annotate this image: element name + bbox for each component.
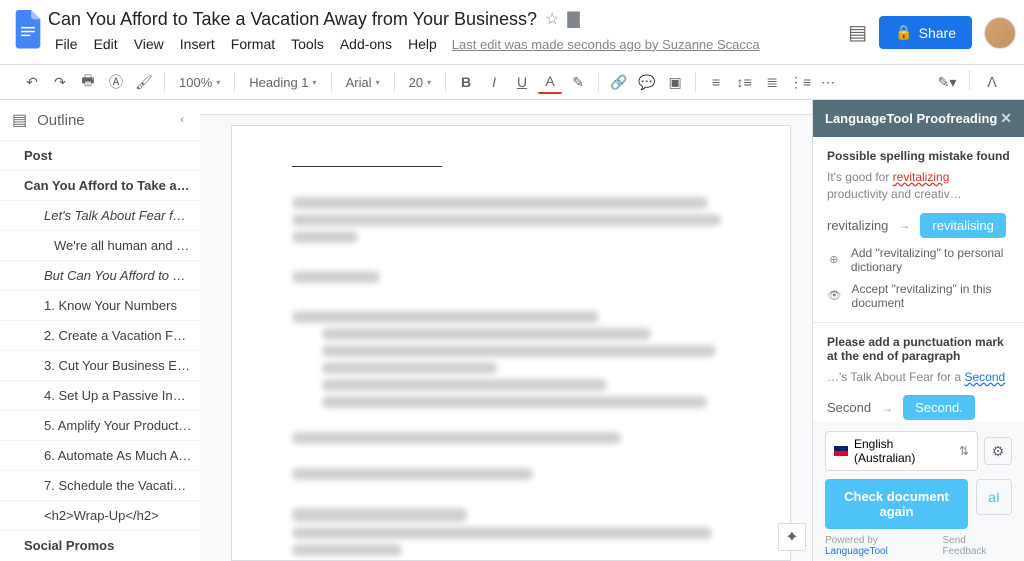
hide-outline-icon[interactable]: ‹ — [180, 114, 184, 126]
numbered-list-icon[interactable]: ≣ — [760, 70, 784, 94]
outline-item[interactable]: Social Promos — [0, 530, 200, 560]
outline-item[interactable]: Let's Talk About Fear for a Second — [0, 200, 200, 230]
lt-issue-card: Please add a punctuation mark at the end… — [813, 323, 1024, 421]
docs-app-icon[interactable] — [8, 8, 48, 50]
outline-item[interactable]: But Can You Afford to Take a Vacation? — [0, 260, 200, 290]
lt-accept-document[interactable]: 👁 Accept "revitalizing" in this document — [827, 282, 1010, 310]
account-avatar[interactable] — [984, 17, 1016, 49]
zoom-select[interactable]: 100% — [173, 70, 226, 94]
bold-icon[interactable]: B — [454, 70, 478, 94]
flag-icon — [834, 446, 848, 456]
move-folder-icon[interactable]: ▇ — [567, 9, 579, 29]
lt-issue-context: It's good for revitalizing productivity … — [827, 169, 1010, 203]
outline-sidebar: ▤ Outline ‹ Post Can You Afford to Take … — [0, 100, 200, 561]
lt-issue-context: …'s Talk About Fear for a Second — [827, 369, 1010, 386]
horizontal-ruler[interactable] — [200, 100, 812, 115]
lt-ai-icon[interactable]: aI — [976, 479, 1012, 515]
outline-title: Outline — [37, 112, 170, 129]
spellcheck-icon[interactable]: Ⓐ — [104, 70, 128, 94]
lt-issue-title: Please add a punctuation mark at the end… — [827, 335, 1010, 363]
lock-icon: 🔒 — [895, 24, 912, 41]
underline-icon[interactable]: U — [510, 70, 534, 94]
menu-tools[interactable]: Tools — [284, 34, 331, 54]
outline-item[interactable]: <h2>Wrap-Up</h2> — [0, 500, 200, 530]
redo-icon[interactable]: ↷ — [48, 70, 72, 94]
align-icon[interactable]: ≡ — [704, 70, 728, 94]
lt-issue-title: Possible spelling mistake found — [827, 149, 1010, 163]
outline-item[interactable]: 7. Schedule the Vacation During... — [0, 470, 200, 500]
hide-menus-icon[interactable]: ᐱ — [980, 70, 1004, 94]
powered-by-text: Powered by — [825, 535, 878, 546]
languagetool-link[interactable]: LanguageTool — [825, 546, 888, 557]
send-feedback-link[interactable]: Send Feedback — [943, 535, 1013, 557]
menu-insert[interactable]: Insert — [173, 34, 222, 54]
more-icon[interactable]: ⋯ — [816, 70, 840, 94]
explore-button[interactable]: ✦ — [778, 523, 806, 551]
open-comments-icon[interactable]: ▤ — [848, 20, 867, 45]
insert-image-icon[interactable]: ▣ — [663, 70, 687, 94]
outline-list: Post Can You Afford to Take a Vacation A… — [0, 140, 200, 560]
lt-original-word: revitalizing — [827, 218, 888, 233]
share-label: Share — [919, 25, 956, 41]
lt-issue-card: Possible spelling mistake found It's goo… — [813, 137, 1024, 323]
chevron-up-down-icon: ⇅ — [959, 444, 969, 458]
outline-item[interactable]: 3. Cut Your Business Expenses — [0, 350, 200, 380]
plus-icon: ⊕ — [827, 251, 841, 269]
share-button[interactable]: 🔒 Share — [879, 16, 972, 49]
menu-addons[interactable]: Add-ons — [333, 34, 399, 54]
font-size-select[interactable]: 20 — [403, 70, 437, 94]
outline-item[interactable]: 5. Amplify Your Productivity ... — [0, 410, 200, 440]
line-spacing-icon[interactable]: ↕≡ — [732, 70, 756, 94]
lt-check-again-button[interactable]: Check document again — [825, 479, 968, 529]
lt-language-select[interactable]: English (Australian) ⇅ — [825, 431, 978, 471]
font-select[interactable]: Arial — [340, 70, 386, 94]
gear-icon[interactable]: ⚙ — [984, 437, 1012, 465]
menu-view[interactable]: View — [127, 34, 171, 54]
languagetool-panel: LanguageTool Proofreading ✕ Possible spe… — [812, 100, 1024, 561]
undo-icon[interactable]: ↶ — [20, 70, 44, 94]
outline-item[interactable]: 1. Know Your Numbers — [0, 290, 200, 320]
paint-format-icon[interactable]: 🖌 — [132, 70, 156, 94]
close-icon[interactable]: ✕ — [1000, 110, 1012, 127]
bulleted-list-icon[interactable]: ⋮≡ — [788, 70, 812, 94]
lt-add-dictionary[interactable]: ⊕ Add "revitalizing" to personal diction… — [827, 246, 1010, 274]
menu-format[interactable]: Format — [224, 34, 282, 54]
outline-item[interactable]: 2. Create a Vacation Fund — [0, 320, 200, 350]
insert-link-icon[interactable]: 🔗 — [607, 70, 631, 94]
menu-edit[interactable]: Edit — [87, 34, 125, 54]
star-icon[interactable]: ☆ — [545, 9, 559, 29]
editing-mode-icon[interactable]: ✎▾ — [935, 70, 959, 94]
menu-help[interactable]: Help — [401, 34, 444, 54]
lt-title: LanguageTool Proofreading — [825, 111, 997, 126]
lt-suggestion-button[interactable]: revitalising — [920, 213, 1005, 238]
outline-item[interactable]: 6. Automate As Much As You ... — [0, 440, 200, 470]
lt-original-word: Second — [827, 400, 871, 415]
text-color-icon[interactable]: A — [538, 70, 562, 94]
check-icon: 👁 — [827, 287, 842, 305]
document-title[interactable]: Can You Afford to Take a Vacation Away f… — [48, 9, 537, 30]
outline-item[interactable]: 4. Set Up a Passive Income Stream — [0, 380, 200, 410]
lt-suggestion-button[interactable]: Second. — [903, 395, 975, 420]
menu-file[interactable]: File — [48, 34, 85, 54]
last-edit-text[interactable]: Last edit was made seconds ago by Suzann… — [452, 37, 760, 52]
italic-icon[interactable]: I — [482, 70, 506, 94]
document-page[interactable] — [231, 125, 791, 561]
outline-item[interactable]: Can You Afford to Take a Vacation Away f… — [0, 170, 200, 200]
outline-icon: ▤ — [12, 110, 27, 130]
style-select[interactable]: Heading 1 — [243, 70, 322, 94]
arrow-right-icon: → — [881, 401, 893, 415]
print-icon[interactable]: 🖶 — [76, 70, 100, 94]
outline-item[interactable]: Post — [0, 140, 200, 170]
outline-item[interactable]: We're all human and we all know the pitf… — [0, 230, 200, 260]
insert-comment-icon[interactable]: 💬 — [635, 70, 659, 94]
highlight-icon[interactable]: ✎ — [566, 70, 590, 94]
arrow-right-icon: → — [898, 218, 910, 232]
